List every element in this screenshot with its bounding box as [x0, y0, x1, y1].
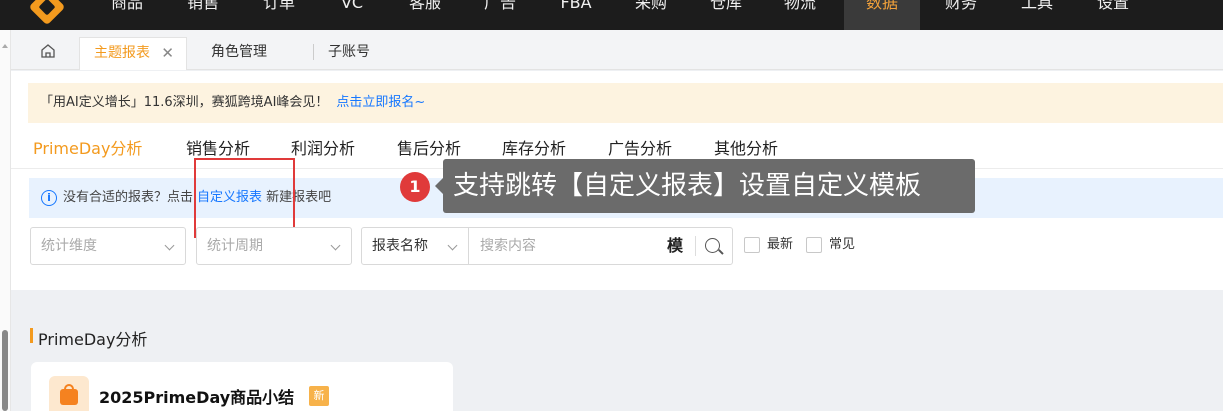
tab-bar: 主题报表 ✕ 角色管理 子账号	[11, 30, 1223, 70]
fuzzy-toggle[interactable]: 模	[667, 228, 683, 264]
period-select[interactable]: 统计周期	[196, 227, 352, 265]
banner-text: 「用AI定义增长」11.6深圳，赛狐跨境AI峰会见！	[40, 95, 329, 110]
nav-item-fba[interactable]: FBA	[553, 0, 599, 30]
common-checkbox[interactable]	[806, 237, 822, 253]
nav-item-warehouse[interactable]: 仓库	[705, 0, 747, 30]
home-icon[interactable]	[40, 43, 56, 59]
content-panel: 「用AI定义增长」11.6深圳，赛狐跨境AI峰会见！ 点击立即报名~ PrimeD…	[11, 71, 1223, 290]
scroll-up-icon[interactable]	[2, 44, 8, 48]
logo-icon[interactable]	[28, 0, 66, 26]
tooltip-text: 支持跳转【自定义报表】设置自定义模板	[453, 171, 922, 201]
card-title: 2025PrimeDay商品小结	[99, 388, 295, 407]
subtab-ads[interactable]: 广告分析	[608, 135, 672, 159]
search-icon[interactable]	[705, 238, 720, 253]
tab-sub-account[interactable]: 子账号	[328, 37, 370, 70]
nav-item-logistics[interactable]: 物流	[779, 0, 821, 30]
latest-checkbox[interactable]	[744, 237, 760, 253]
left-scrollbar[interactable]	[0, 30, 11, 411]
report-search: 报表名称 搜索内容 模	[361, 227, 733, 265]
subtab-other[interactable]: 其他分析	[714, 135, 778, 159]
top-navigation: 商品 销售 订单 VC 客服 广告 FBA 采购 仓库 物流 数据 财务 工具 …	[0, 0, 1223, 30]
subtab-primeday[interactable]: PrimeDay分析	[33, 135, 142, 159]
latest-label: 最新	[767, 237, 794, 252]
nav-item-tools[interactable]: 工具	[1016, 0, 1058, 30]
guide-tooltip: 支持跳转【自定义报表】设置自定义模板	[435, 159, 975, 213]
nav-item-orders[interactable]: 订单	[258, 0, 300, 30]
tab-label: 主题报表	[94, 45, 150, 61]
dimension-select[interactable]: 统计维度	[30, 227, 186, 265]
nav-item-service[interactable]: 客服	[404, 0, 446, 30]
tab-role-management[interactable]: 角色管理	[211, 37, 267, 70]
chevron-down-icon	[164, 240, 175, 251]
subtab-profit[interactable]: 利润分析	[291, 135, 355, 159]
search-input[interactable]: 搜索内容	[480, 228, 536, 264]
nav-item-data[interactable]: 数据	[844, 0, 920, 30]
tab-divider	[313, 44, 314, 60]
info-prefix: 没有合适的报表？点击	[63, 190, 194, 205]
search-divider	[695, 236, 696, 256]
banner-link[interactable]: 点击立即报名~	[336, 95, 425, 110]
tab-theme-reports[interactable]: 主题报表 ✕	[79, 37, 187, 70]
subtab-sales[interactable]: 销售分析	[186, 135, 250, 159]
close-icon[interactable]: ✕	[161, 38, 174, 69]
nav-item-finance[interactable]: 财务	[940, 0, 982, 30]
nav-item-ads[interactable]: 广告	[479, 0, 521, 30]
chevron-down-icon	[330, 240, 341, 251]
common-label: 常见	[829, 237, 856, 252]
section-title: PrimeDay分析	[30, 326, 147, 350]
subtab-inventory[interactable]: 库存分析	[502, 135, 566, 159]
promo-banner: 「用AI定义增长」11.6深圳，赛狐跨境AI峰会见！ 点击立即报名~	[28, 83, 1223, 123]
highlight-box	[194, 158, 295, 238]
report-field-select[interactable]: 报表名称	[362, 228, 469, 264]
nav-item-products[interactable]: 商品	[106, 0, 148, 30]
nav-item-vc[interactable]: VC	[332, 0, 372, 30]
report-card[interactable]: 2025PrimeDay商品小结 新	[31, 362, 453, 411]
nav-item-settings[interactable]: 设置	[1092, 0, 1134, 30]
new-badge: 新	[309, 386, 329, 406]
info-icon: i	[41, 190, 57, 206]
chevron-down-icon	[447, 240, 458, 251]
shopping-bag-icon	[49, 376, 89, 411]
nav-item-purchase[interactable]: 采购	[630, 0, 672, 30]
nav-item-sales[interactable]: 销售	[182, 0, 224, 30]
step-badge: 1	[400, 172, 430, 202]
scrollbar-thumb[interactable]	[2, 330, 8, 411]
subtab-aftersales[interactable]: 售后分析	[397, 135, 461, 159]
